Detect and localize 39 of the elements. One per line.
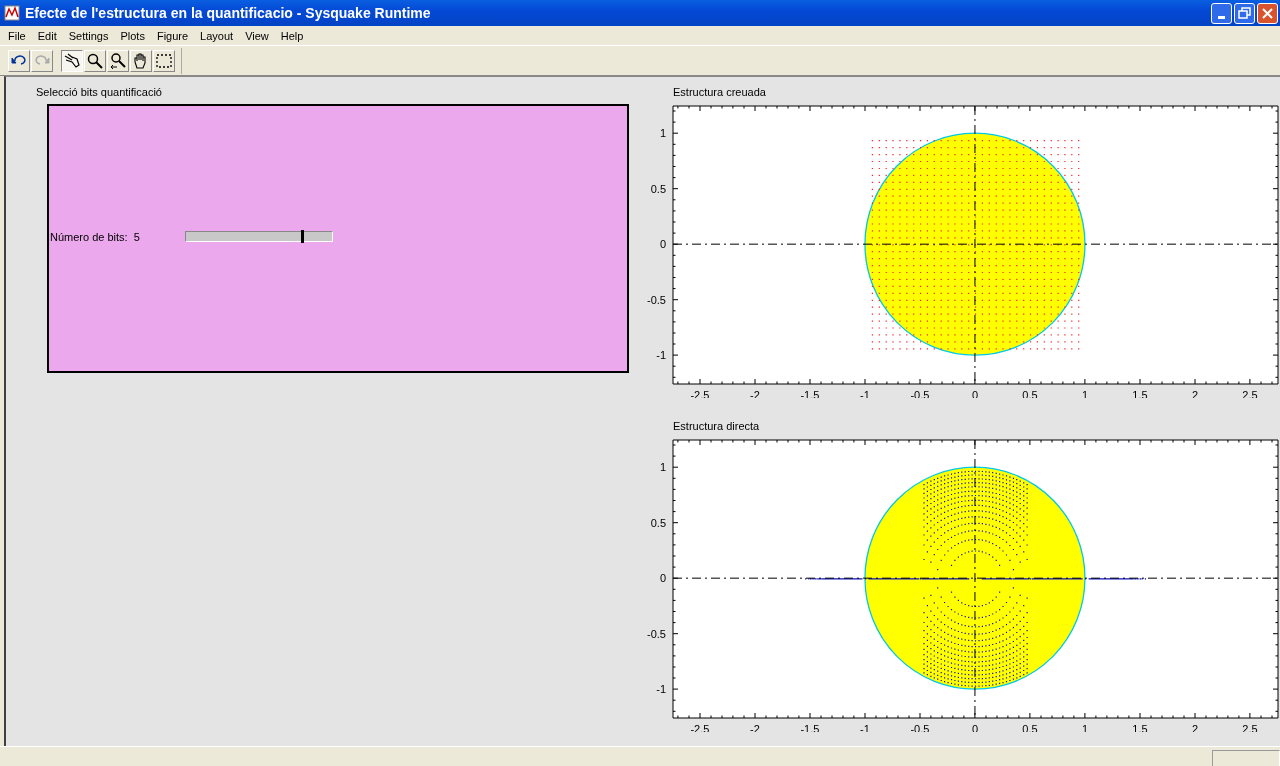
y-tick-label: 1 bbox=[659, 127, 666, 140]
app-icon bbox=[4, 5, 20, 21]
menu-item[interactable]: File bbox=[2, 29, 32, 42]
menu-item[interactable]: Settings bbox=[62, 29, 115, 42]
slider-label: Número de bits: bbox=[50, 230, 128, 243]
slider-value: 5 bbox=[133, 230, 140, 243]
slider-thumb[interactable] bbox=[300, 230, 304, 243]
chart-title: Estructura directa bbox=[673, 419, 761, 433]
y-tick-label: -1 bbox=[656, 683, 666, 696]
toolbar-button[interactable] bbox=[61, 49, 83, 72]
dashed-rectangle-icon bbox=[155, 51, 173, 70]
zoom-icon bbox=[86, 51, 104, 70]
y-tick-label: -0.5 bbox=[647, 293, 666, 306]
y-tick-label: 0 bbox=[659, 238, 666, 251]
y-tick-label: 1 bbox=[659, 461, 666, 474]
y-tick-label: -0.5 bbox=[647, 627, 666, 640]
y-tick-label: 0.5 bbox=[650, 182, 666, 195]
y-tick-label: 0.5 bbox=[650, 516, 666, 529]
close-button[interactable] bbox=[1257, 2, 1278, 24]
menu-item[interactable]: Layout bbox=[194, 29, 240, 42]
hand-pointer-icon bbox=[63, 51, 81, 70]
menu-item[interactable]: Help bbox=[274, 29, 310, 42]
chart-title: Estructura creuada bbox=[673, 85, 767, 99]
menu-item[interactable]: Edit bbox=[31, 29, 63, 42]
y-tick-label: 0 bbox=[659, 572, 666, 585]
minimize-icon bbox=[1218, 15, 1225, 19]
window-title: Efecte de l'estructura en la quantificacio - Sysquake Runtime bbox=[25, 5, 432, 21]
menu-item[interactable]: Figure bbox=[150, 29, 195, 42]
status-panel bbox=[1212, 750, 1280, 766]
restore-button[interactable] bbox=[1234, 2, 1255, 24]
menu-item[interactable]: Plots bbox=[114, 29, 151, 42]
y-tick-label: -1 bbox=[656, 349, 666, 362]
restore-icon bbox=[1238, 7, 1251, 19]
bits-slider[interactable] bbox=[185, 231, 333, 242]
panel-title: Selecció bits quantificació bbox=[36, 85, 163, 99]
minimize-button[interactable] bbox=[1211, 2, 1232, 24]
zoom-arrow-icon bbox=[109, 51, 127, 70]
menu-item[interactable]: View bbox=[239, 29, 275, 42]
close-icon bbox=[1262, 7, 1273, 19]
